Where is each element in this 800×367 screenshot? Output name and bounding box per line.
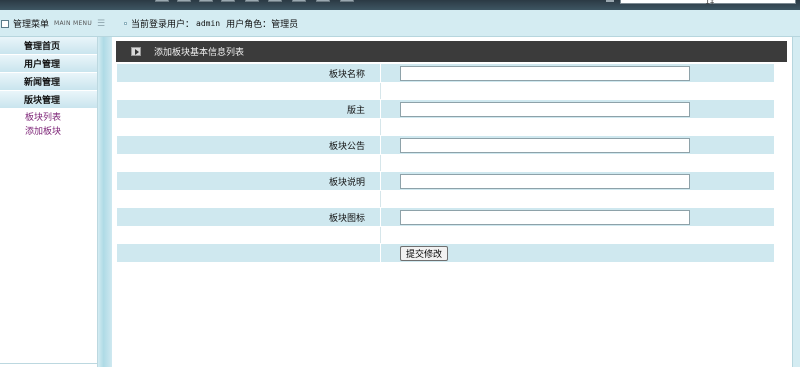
field-label: 板块名称 (116, 63, 381, 83)
sidebar-link-board-list[interactable]: 板块列表 (0, 109, 97, 123)
submit-button[interactable]: 提交修改 (400, 245, 449, 261)
sidebar-footer (0, 363, 97, 367)
header-band: 管理菜单 MAIN MENU ☰ 当前登录用户： admin 用户角色： 管理员 (0, 10, 800, 37)
toolbar-button[interactable] (155, 0, 169, 2)
form-row-icon: 板块图标 (116, 207, 775, 227)
toolbar-button[interactable] (292, 0, 306, 2)
toolbar-button[interactable] (340, 0, 354, 2)
sidebar-item-home[interactable]: 管理首页 (0, 37, 97, 55)
right-border (792, 37, 800, 367)
field-label: 版主 (116, 99, 381, 119)
toolbar-button[interactable] (221, 0, 235, 2)
form-row-announcement: 板块公告 (116, 135, 775, 155)
board-form: 板块名称 版主 板块公告 板块说明 板块图标 提交修改 (116, 63, 775, 263)
current-user-value: admin (196, 19, 221, 28)
menu-square-icon (1, 19, 9, 28)
toolbar-button[interactable] (199, 0, 213, 2)
field-label: 板块公告 (116, 135, 381, 155)
toolbar-button[interactable] (268, 0, 282, 2)
field-label: 板块说明 (116, 171, 381, 191)
arrow-icon (131, 47, 141, 56)
toolbar-button[interactable] (245, 0, 259, 2)
board-icon-input[interactable] (400, 209, 690, 225)
role-value: 管理员 (271, 20, 299, 30)
form-row-submit: 提交修改 (116, 243, 775, 263)
bullet-icon (124, 22, 127, 25)
panel-title: 添加板块基本信息列表 (154, 48, 245, 58)
form-row-moderator: 版主 (116, 99, 775, 119)
toolbar-small-icon (606, 0, 614, 2)
menu-toggle-icon[interactable]: ☰ (97, 19, 105, 29)
menu-title-label: 管理菜单 (13, 20, 50, 30)
toolbar-button[interactable] (316, 0, 330, 2)
description-input[interactable] (400, 173, 690, 189)
toolbar-button[interactable] (177, 0, 191, 2)
main-panel: 添加板块基本信息列表 板块名称 版主 板块公告 板块说明 板块图标 提交修改 (112, 37, 800, 367)
menu-title-en: MAIN MENU (54, 20, 93, 27)
form-row-description: 板块说明 (116, 171, 775, 191)
announcement-input[interactable] (400, 137, 690, 153)
top-search-text: 1‡ (705, 0, 715, 6)
form-row-name: 板块名称 (116, 63, 775, 83)
moderator-input[interactable] (400, 101, 690, 117)
field-label: 板块图标 (116, 207, 381, 227)
sidebar-item-boards[interactable]: 版块管理 (0, 91, 97, 109)
current-user-label: 当前登录用户： (131, 20, 195, 30)
sidebar-item-users[interactable]: 用户管理 (0, 55, 97, 73)
sidebar-splitter[interactable] (97, 37, 112, 367)
board-name-input[interactable] (400, 65, 690, 81)
sidebar: 管理首页 用户管理 新闻管理 版块管理 板块列表 添加板块 (0, 37, 97, 367)
menu-title: 管理菜单 MAIN MENU ☰ (0, 10, 112, 37)
top-toolbar-strip: 1‡ (0, 0, 800, 10)
sidebar-link-add-board[interactable]: 添加板块 (0, 123, 97, 137)
panel-header: 添加板块基本信息列表 (116, 41, 787, 62)
role-label: 用户角色： (226, 20, 272, 30)
top-search-input[interactable]: 1‡ (620, 0, 796, 6)
user-info: 当前登录用户： admin 用户角色： 管理员 (124, 10, 298, 37)
sidebar-item-news[interactable]: 新闻管理 (0, 73, 97, 91)
